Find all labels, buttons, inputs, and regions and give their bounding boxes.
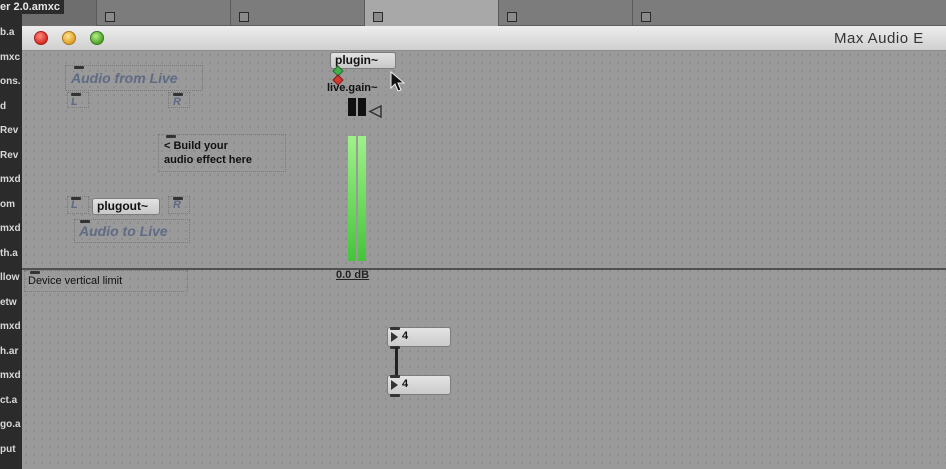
number-box-arrow-icon [391, 332, 398, 342]
number-box-arrow-icon [391, 380, 398, 390]
background-file-item[interactable]: mxd [0, 222, 21, 236]
plugout-object[interactable]: plugout~ [92, 198, 160, 215]
patch-cord[interactable] [395, 347, 398, 375]
background-file-title: er 2.0.amxc [0, 0, 64, 14]
number-box-1[interactable]: 4 [387, 327, 451, 347]
comment-inlet [30, 271, 40, 274]
background-file-item[interactable]: mxd [0, 320, 21, 334]
background-slot[interactable] [632, 0, 766, 26]
background-file-item[interactable]: ons. [0, 75, 21, 89]
max-patcher-window: Max Audio E Audio from Live L R plugin~ … [22, 26, 946, 469]
background-file-item[interactable]: mxc [0, 51, 20, 65]
device-vertical-limit-comment: Device vertical limit [28, 275, 123, 287]
zoom-window-button[interactable] [90, 31, 104, 45]
background-file-item[interactable]: go.a [0, 418, 21, 432]
slot-stop-icon[interactable] [507, 12, 517, 22]
background-file-item[interactable]: th.a [0, 247, 18, 261]
background-file-item[interactable]: etw [0, 296, 17, 310]
number-box-2[interactable]: 4 [387, 375, 451, 395]
background-file-item[interactable]: mxd [0, 173, 21, 187]
to-left-label: L [71, 199, 78, 211]
live-gain-label: live.gain~ [327, 82, 378, 94]
number-inlet[interactable] [390, 375, 400, 378]
background-file-item[interactable]: d [0, 100, 6, 114]
background-file-item[interactable]: Rev [0, 124, 18, 138]
to-right-label: R [173, 199, 181, 211]
window-title: Max Audio E [834, 30, 924, 47]
close-window-button[interactable] [34, 31, 48, 45]
gain-value[interactable]: 0.0 dB [336, 269, 369, 281]
from-left-label: L [71, 96, 78, 108]
build-comment-line2: audio effect here [164, 154, 253, 166]
background-file-item[interactable]: b.a [0, 26, 14, 40]
number-box-2-value: 4 [402, 378, 409, 390]
number-box-1-value: 4 [402, 330, 409, 342]
gain-slider-handle-icon[interactable] [368, 105, 384, 119]
background-file-item[interactable]: llow [0, 271, 19, 285]
background-file-item[interactable]: Rev [0, 149, 18, 163]
background-slot[interactable] [230, 0, 364, 26]
audio-from-live-comment: Audio from Live [71, 70, 178, 86]
slot-stop-icon[interactable] [239, 12, 249, 22]
background-slot[interactable] [96, 0, 230, 26]
build-comment-line1: < Build your [164, 140, 228, 152]
background-file-item[interactable]: put [0, 443, 16, 457]
plugout-object-label: plugout~ [97, 199, 148, 213]
background-device-strip [96, 0, 946, 26]
background-file-item[interactable]: h.ar [0, 345, 18, 359]
background-file-item[interactable]: om [0, 198, 15, 212]
meter-left-channel [348, 136, 356, 261]
comment-inlet [74, 66, 84, 69]
background-file-browser: b.a mxc ons. d Rev Rev mxd om mxd th.a llow etw mxd h… [0, 0, 22, 469]
minimize-window-button[interactable] [62, 31, 76, 45]
slot-stop-icon[interactable] [105, 12, 115, 22]
background-slot[interactable] [498, 0, 632, 26]
slot-stop-icon[interactable] [641, 12, 651, 22]
patcher-canvas[interactable]: Audio from Live L R plugin~ live.gain~ 0… [22, 51, 946, 469]
background-slot[interactable] [364, 0, 498, 26]
meter-top-right [358, 98, 366, 116]
from-right-label: R [173, 96, 181, 108]
window-titlebar[interactable]: Max Audio E [22, 26, 946, 51]
comment-inlet [166, 135, 176, 138]
mouse-pointer-icon [390, 71, 406, 92]
number-inlet[interactable] [390, 327, 400, 330]
audio-to-live-comment: Audio to Live [79, 223, 168, 239]
meter-right-channel [358, 136, 366, 261]
background-file-item[interactable]: ct.a [0, 394, 17, 408]
background-file-item[interactable]: mxd [0, 369, 21, 383]
meter-top-left [348, 98, 356, 116]
slot-stop-icon[interactable] [373, 12, 383, 22]
number-outlet[interactable] [390, 394, 400, 397]
